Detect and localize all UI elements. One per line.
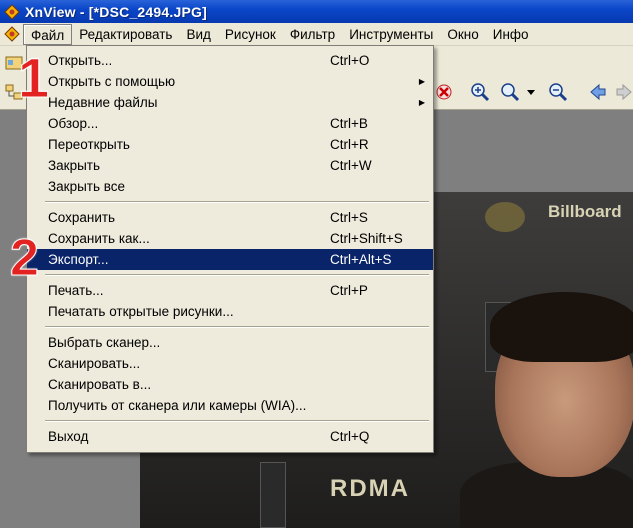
zoom-icon[interactable] <box>498 80 522 104</box>
sponsor-logo <box>485 202 525 232</box>
zoom-out-icon[interactable] <box>546 80 570 104</box>
menu-tools[interactable]: Инструменты <box>342 24 440 45</box>
menu-item-save[interactable]: Сохранить Ctrl+S <box>27 207 433 228</box>
menu-file[interactable]: Файл <box>23 23 73 45</box>
menu-item-acquire-wia[interactable]: Получить от сканера или камеры (WIA)... <box>27 395 433 416</box>
menu-item-open-with[interactable]: Открыть с помощью ▶ <box>27 71 433 92</box>
next-arrow-icon[interactable] <box>612 80 633 104</box>
menu-separator <box>27 322 433 332</box>
delete-icon[interactable] <box>432 80 456 104</box>
app-menu-icon[interactable] <box>1 23 23 45</box>
window-title: XnView - [*DSC_2494.JPG] <box>25 3 207 20</box>
menu-item-close-all[interactable]: Закрыть все <box>27 176 433 197</box>
menu-item-print[interactable]: Печать... Ctrl+P <box>27 280 433 301</box>
file-menu-dropdown: Открыть... Ctrl+O Открыть с помощью ▶ Неда… <box>26 45 434 453</box>
menu-separator <box>27 197 433 207</box>
menu-item-scan[interactable]: Сканировать... <box>27 353 433 374</box>
menu-item-print-open-images[interactable]: Печатать открытые рисунки... <box>27 301 433 322</box>
menu-edit[interactable]: Редактировать <box>72 24 179 45</box>
menu-image[interactable]: Рисунок <box>218 24 283 45</box>
billboard-logo: Billboard <box>548 202 622 221</box>
menu-separator <box>27 270 433 280</box>
menu-item-scan-to[interactable]: Сканировать в... <box>27 374 433 395</box>
menu-item-close[interactable]: Закрыть Ctrl+W <box>27 155 433 176</box>
energy-drink-can <box>260 462 286 528</box>
person-hair <box>490 292 633 362</box>
menu-item-recent-files[interactable]: Недавние файлы ▶ <box>27 92 433 113</box>
menu-view[interactable]: Вид <box>179 24 217 45</box>
submenu-arrow-icon: ▶ <box>418 98 425 107</box>
menu-info[interactable]: Инфо <box>486 24 536 45</box>
step-marker-1: 1 <box>17 46 50 109</box>
menu-item-open[interactable]: Открыть... Ctrl+O <box>27 50 433 71</box>
menu-separator <box>27 416 433 426</box>
xnview-app-icon <box>4 3 20 20</box>
step-marker-2: 2 <box>10 229 40 287</box>
menu-bar: Файл Редактировать Вид Рисунок Фильтр Ин… <box>0 23 633 46</box>
submenu-arrow-icon: ▶ <box>418 77 425 86</box>
menu-item-browse[interactable]: Обзор... Ctrl+B <box>27 113 433 134</box>
menu-item-reopen[interactable]: Переоткрыть Ctrl+R <box>27 134 433 155</box>
menu-item-exit[interactable]: Выход Ctrl+Q <box>27 426 433 447</box>
menu-item-select-scanner[interactable]: Выбрать сканер... <box>27 332 433 353</box>
menu-window[interactable]: Окно <box>440 24 485 45</box>
zoom-in-icon[interactable] <box>468 80 492 104</box>
zoom-dropdown-icon[interactable] <box>524 80 538 104</box>
previous-arrow-icon[interactable] <box>586 80 610 104</box>
menu-item-export[interactable]: Экспорт... Ctrl+Alt+S <box>27 249 433 270</box>
rdma-logo: RDMA <box>330 475 410 502</box>
menu-filter[interactable]: Фильтр <box>283 24 342 45</box>
title-bar: XnView - [*DSC_2494.JPG] <box>0 0 633 23</box>
menu-item-save-as[interactable]: Сохранить как... Ctrl+Shift+S <box>27 228 433 249</box>
